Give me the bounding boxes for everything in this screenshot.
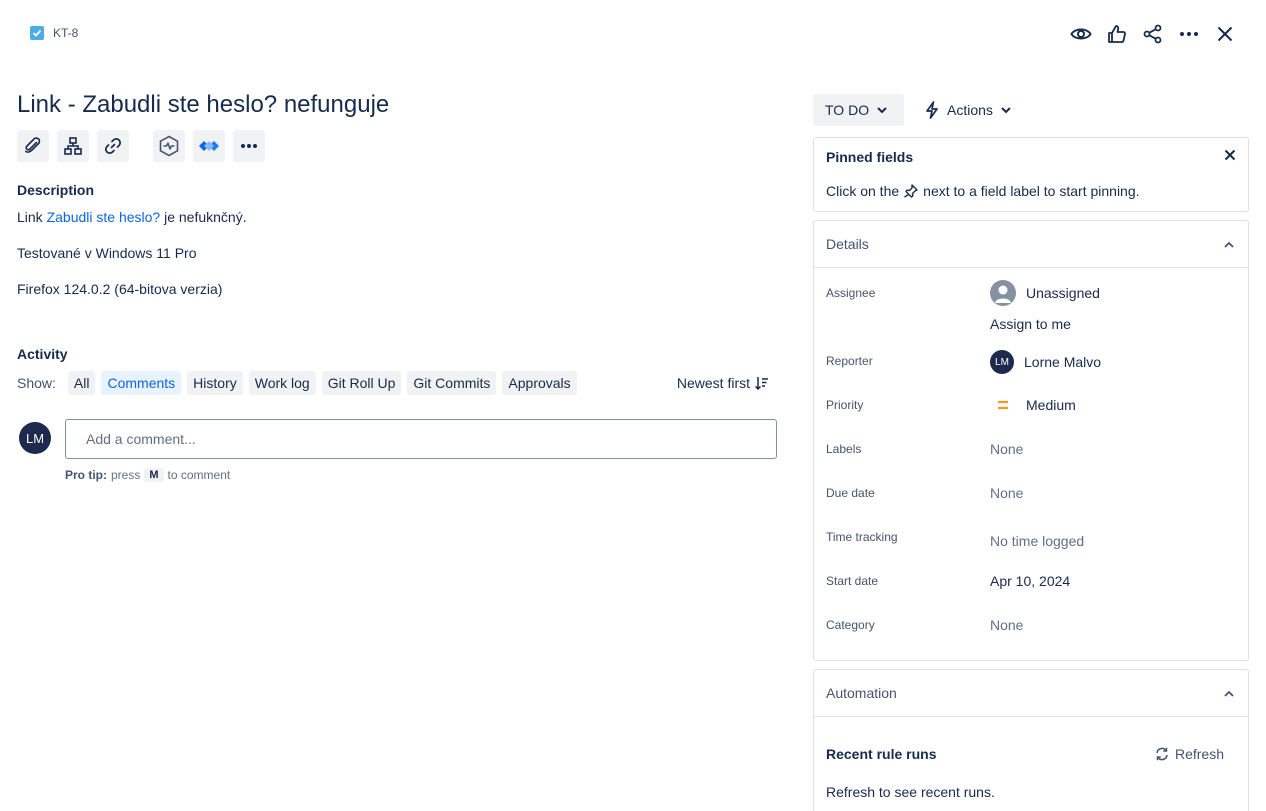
description-text-line-3[interactable]: Firefox 124.0.2 (64-bitova verzia) xyxy=(17,281,222,297)
pinned-fields-hint: Click on the next to a field label to st… xyxy=(826,183,1140,199)
attach-paperclip-icon[interactable] xyxy=(17,130,49,162)
issue-key-link[interactable]: KT-8 xyxy=(53,26,78,40)
pinned-fields-panel: Pinned fields Click on the next to a fie… xyxy=(813,137,1249,212)
chevron-down-icon xyxy=(1001,106,1011,113)
close-icon[interactable] xyxy=(1224,148,1236,164)
refresh-hint: Refresh to see recent runs. xyxy=(826,784,995,800)
like-thumbs-up-icon[interactable] xyxy=(1104,20,1130,48)
status-label: TO DO xyxy=(825,102,870,118)
pro-tip-press: press xyxy=(111,468,141,482)
filter-git-commits[interactable]: Git Commits xyxy=(407,371,497,395)
automation-title: Automation xyxy=(826,685,897,701)
more-options-icon[interactable] xyxy=(1176,20,1202,48)
description-prefix: Link xyxy=(17,209,47,225)
refresh-label: Refresh xyxy=(1174,746,1224,762)
chevron-up-icon xyxy=(1224,690,1234,697)
share-icon[interactable] xyxy=(1140,20,1166,48)
category-value[interactable]: None xyxy=(990,617,1023,633)
assignee-value: Unassigned xyxy=(1026,285,1100,301)
reporter-field[interactable]: LM Lorne Malvo xyxy=(990,350,1101,374)
automation-panel: Automation Recent rule runs Refresh Refr… xyxy=(813,669,1249,811)
chevron-up-icon xyxy=(1224,241,1234,248)
pinned-fields-title: Pinned fields xyxy=(826,149,914,165)
chevron-down-icon xyxy=(877,106,887,113)
filter-work-log[interactable]: Work log xyxy=(248,371,316,395)
task-type-icon xyxy=(30,26,44,40)
actions-label: Actions xyxy=(947,102,993,118)
filter-history[interactable]: History xyxy=(187,371,243,395)
pro-tip-label: Pro tip: xyxy=(65,468,107,482)
time-tracking-label: Time tracking xyxy=(826,530,898,544)
watch-eye-icon[interactable] xyxy=(1068,20,1094,48)
pinned-hint-before: Click on the xyxy=(826,183,900,199)
refresh-icon xyxy=(1156,747,1168,761)
sort-descending-icon xyxy=(755,377,768,390)
filter-git-roll-up[interactable]: Git Roll Up xyxy=(321,371,402,395)
forgot-password-link[interactable]: Zabudli ste heslo? xyxy=(47,209,161,225)
time-tracking-value[interactable]: No time logged xyxy=(990,533,1084,549)
filter-all[interactable]: All xyxy=(67,371,96,395)
reporter-avatar: LM xyxy=(990,350,1014,374)
due-date-label: Due date xyxy=(826,486,875,500)
actions-dropdown[interactable]: Actions xyxy=(917,94,1011,126)
priority-value: Medium xyxy=(1026,397,1076,413)
automation-header[interactable]: Automation xyxy=(814,670,1248,717)
issue-title[interactable]: Link - Zabudli ste heslo? nefunguje xyxy=(17,91,389,119)
show-label: Show: xyxy=(17,375,56,391)
reporter-label: Reporter xyxy=(826,354,873,368)
status-dropdown[interactable]: TO DO xyxy=(813,94,904,126)
priority-label: Priority xyxy=(826,398,864,412)
sort-newest-first-button[interactable]: Newest first xyxy=(677,375,769,391)
filter-comments[interactable]: Comments xyxy=(101,371,182,395)
pro-tip: Pro tip: press M to comment xyxy=(65,468,230,482)
assign-to-me-link[interactable]: Assign to me xyxy=(990,316,1071,332)
keyboard-shortcut-key: M xyxy=(144,468,164,482)
labels-value[interactable]: None xyxy=(990,441,1023,457)
toolbar-spacer xyxy=(137,130,145,162)
child-issue-hierarchy-icon[interactable] xyxy=(57,130,89,162)
recent-rule-runs-title: Recent rule runs xyxy=(826,746,937,762)
description-heading: Description xyxy=(17,182,95,198)
pinned-hint-after: next to a field label to start pinning. xyxy=(923,183,1140,199)
start-date-label: Start date xyxy=(826,574,879,588)
unassigned-avatar-icon xyxy=(990,280,1016,306)
issue-breadcrumb: KT-8 xyxy=(30,26,78,40)
activity-heading: Activity xyxy=(17,346,68,362)
lightning-bolt-icon xyxy=(926,101,938,119)
reporter-value: Lorne Malvo xyxy=(1024,354,1102,370)
refresh-button[interactable]: Refresh xyxy=(1155,746,1224,762)
description-suffix: je nefuknčný. xyxy=(160,209,247,225)
priority-field[interactable]: Medium xyxy=(990,397,1076,413)
filter-approvals[interactable]: Approvals xyxy=(502,371,577,395)
current-user-avatar: LM xyxy=(19,422,51,454)
issue-header-actions xyxy=(1068,20,1238,48)
add-comment-input[interactable]: Add a comment... xyxy=(65,419,777,459)
sort-label: Newest first xyxy=(676,375,750,391)
details-panel: Details Assignee Unassigned Assign to me… xyxy=(813,220,1249,661)
assignee-label: Assignee xyxy=(826,286,876,300)
more-apps-icon[interactable] xyxy=(233,130,265,162)
activity-filter-row: Show: All Comments History Work log Git … xyxy=(17,371,577,395)
pulse-hexagon-app-icon[interactable] xyxy=(153,130,185,162)
labels-label: Labels xyxy=(826,442,862,456)
due-date-value[interactable]: None xyxy=(990,485,1023,501)
priority-medium-icon xyxy=(998,400,1008,410)
category-label: Category xyxy=(826,618,875,632)
link-issue-icon[interactable] xyxy=(97,130,129,162)
issue-toolbar xyxy=(17,130,265,162)
close-icon[interactable] xyxy=(1212,20,1238,48)
description-text-line-2[interactable]: Testované v Windows 11 Pro xyxy=(17,245,197,261)
start-date-value[interactable]: Apr 10, 2024 xyxy=(990,573,1070,589)
details-header[interactable]: Details xyxy=(814,221,1248,268)
confluence-app-icon[interactable] xyxy=(193,130,225,162)
pro-tip-suffix: to comment xyxy=(167,468,231,482)
pin-icon xyxy=(904,184,918,198)
details-title: Details xyxy=(826,236,869,252)
assignee-field[interactable]: Unassigned xyxy=(990,280,1100,306)
description-text-line-1[interactable]: Link Zabudli ste heslo? je nefuknčný. xyxy=(17,209,247,225)
